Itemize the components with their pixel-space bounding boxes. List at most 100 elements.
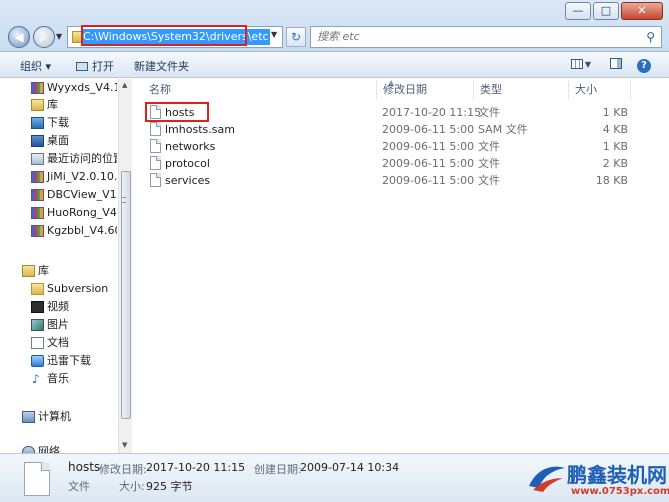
open-button[interactable]: 打开 — [76, 58, 114, 74]
nav-item-recent-places[interactable]: 最近访问的位置 — [0, 150, 117, 168]
nav-item-library[interactable]: 库 — [0, 96, 117, 114]
document-icon — [31, 337, 44, 349]
maximize-button[interactable]: □ — [593, 2, 619, 20]
nav-item-documents[interactable]: 文档 — [0, 334, 117, 352]
help-button[interactable]: ? — [633, 56, 655, 74]
scroll-up-icon[interactable]: ▲ — [122, 81, 127, 89]
file-icon — [150, 139, 161, 153]
file-type: 文件 — [478, 174, 500, 187]
scroll-down-icon[interactable]: ▼ — [122, 441, 127, 449]
desktop-icon — [31, 135, 44, 147]
folder-icon — [31, 283, 44, 295]
search-input[interactable] — [317, 30, 617, 43]
nav-item-music[interactable]: ♪ 音乐 — [0, 370, 117, 388]
file-name: lmhosts.sam — [165, 123, 235, 136]
nav-item-thunder-downloads[interactable]: 迅雷下载 — [0, 352, 117, 370]
library-icon — [22, 265, 35, 277]
picture-icon — [31, 319, 44, 331]
video-icon — [31, 301, 44, 313]
nav-item-computer[interactable]: 计算机 — [0, 408, 117, 426]
nav-item-wyyxds[interactable]: Wyyxds_V4.1.1. — [0, 79, 117, 97]
scrollbar-grip — [122, 197, 126, 203]
column-header-type[interactable]: 类型 — [474, 80, 569, 100]
nav-item-libraries[interactable]: 库 — [0, 262, 117, 280]
search-box[interactable]: ⚲ — [310, 26, 662, 48]
arrow-left-icon: ◀ — [14, 30, 24, 44]
search-icon[interactable]: ⚲ — [646, 30, 655, 44]
window-controls: — □ ✕ — [563, 2, 663, 20]
nav-item-kgzbbl[interactable]: Kgzbbl_V4.60.0 — [0, 222, 117, 240]
computer-icon — [22, 411, 35, 423]
download-icon — [31, 117, 44, 129]
network-icon — [22, 446, 35, 453]
recent-pages-dropdown[interactable]: ▼ — [56, 32, 62, 41]
nav-item-jimi[interactable]: JiMi_V2.0.10.24 — [0, 168, 117, 186]
back-button[interactable]: ◀ — [8, 26, 30, 48]
nav-item-pictures[interactable]: 图片 — [0, 316, 117, 334]
file-type: SAM 文件 — [478, 123, 528, 136]
file-name: protocol — [165, 157, 210, 170]
file-name: networks — [165, 140, 216, 153]
forward-button[interactable]: ▶ — [33, 26, 55, 48]
navigation-pane: Wyyxds_V4.1.1. 库 下载 桌面 最近访问的位置 JiMi_V2.0… — [0, 79, 132, 453]
nav-item-huorong[interactable]: HuoRong_V4.0. — [0, 204, 117, 222]
preview-pane-icon — [610, 58, 622, 69]
music-icon: ♪ — [32, 372, 40, 386]
view-icon — [571, 59, 583, 69]
file-size: 4 KB — [602, 123, 628, 136]
refresh-button[interactable]: ↻ — [286, 27, 306, 47]
thunder-icon — [31, 355, 44, 367]
file-row[interactable]: services 2009-06-11 5:00 文件 18 KB — [144, 172, 630, 189]
file-row[interactable]: lmhosts.sam 2009-06-11 5:00 SAM 文件 4 KB — [144, 121, 630, 138]
file-row[interactable]: protocol 2009-06-11 5:00 文件 2 KB — [144, 155, 630, 172]
file-large-icon — [24, 462, 50, 496]
column-header-modified[interactable]: 修改日期 — [377, 80, 474, 100]
address-dropdown-icon[interactable]: ▼ — [271, 30, 277, 39]
details-size-value: 925 字节 — [146, 480, 193, 493]
archive-icon — [31, 207, 44, 219]
nav-item-network[interactable]: 网络 — [0, 443, 117, 453]
file-icon — [150, 156, 161, 170]
column-header-size[interactable]: 大小 — [569, 80, 631, 100]
nav-item-videos[interactable]: 视频 — [0, 298, 117, 316]
address-highlight-box — [81, 25, 247, 46]
file-row[interactable]: networks 2009-06-11 5:00 文件 1 KB — [144, 138, 630, 155]
file-list-pane: ▲ 名称 修改日期 类型 大小 hosts 2017-10-20 11:15 文… — [133, 78, 669, 453]
file-name: services — [165, 174, 211, 187]
nav-item-desktop[interactable]: 桌面 — [0, 132, 117, 150]
file-type: 文件 — [478, 106, 500, 119]
organize-button[interactable]: 组织 ▾ — [20, 58, 51, 74]
file-row[interactable]: hosts 2017-10-20 11:15 文件 1 KB — [144, 104, 630, 121]
nav-pane-scrollbar[interactable]: ▲ ▼ — [118, 79, 132, 453]
file-type: 文件 — [478, 157, 500, 170]
arrow-right-icon: ▶ — [39, 30, 49, 44]
file-modified: 2009-06-11 5:00 — [382, 123, 475, 136]
archive-icon — [31, 225, 44, 237]
details-modified-label: 修改日期: — [99, 463, 147, 476]
nav-item-downloads[interactable]: 下载 — [0, 114, 117, 132]
open-label: 打开 — [92, 60, 114, 73]
swoosh-logo-icon — [529, 466, 565, 492]
file-size: 2 KB — [602, 157, 628, 170]
archive-icon — [31, 82, 44, 94]
library-icon — [31, 99, 44, 111]
preview-pane-button[interactable] — [605, 56, 627, 74]
column-header-name[interactable]: 名称 — [143, 80, 377, 100]
nav-item-subversion[interactable]: Subversion — [0, 280, 117, 298]
new-folder-button[interactable]: 新建文件夹 — [134, 58, 189, 74]
file-modified: 2009-06-11 5:00 — [382, 140, 475, 153]
refresh-icon: ↻ — [290, 30, 302, 44]
close-button[interactable]: ✕ — [621, 2, 663, 20]
scrollbar-thumb[interactable] — [121, 171, 131, 419]
details-file-type: 文件 — [68, 480, 90, 493]
nav-item-dbcview[interactable]: DBCView_V1.1_ — [0, 186, 117, 204]
file-size: 1 KB — [602, 106, 628, 119]
details-created-value: 2009-07-14 10:34 — [300, 461, 400, 474]
toolbar: 组织 ▾ 打开 新建文件夹 ▼ ? — [0, 52, 669, 78]
view-dropdown-icon[interactable]: ▼ — [583, 56, 593, 74]
details-modified-value: 2017-10-20 11:15 — [146, 461, 246, 474]
archive-icon — [31, 189, 44, 201]
file-size: 18 KB — [595, 174, 628, 187]
minimize-button[interactable]: — — [565, 2, 591, 20]
details-created-label: 创建日期: — [254, 463, 302, 476]
